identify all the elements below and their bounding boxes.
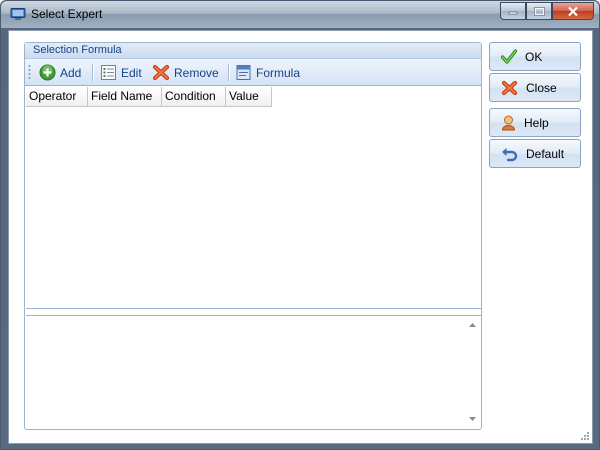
edit-label: Edit <box>121 65 142 80</box>
vertical-scrollbar[interactable] <box>464 316 481 427</box>
close-button[interactable]: Close <box>489 73 581 102</box>
close-icon <box>568 6 578 16</box>
default-label: Default <box>526 146 565 161</box>
app-monitor-icon <box>10 8 26 20</box>
dialog-body: Selection Formula Add Edit Remove Formul… <box>8 30 593 444</box>
formula-icon <box>236 65 251 80</box>
grid-header: Operator Field Name Condition Value <box>26 87 272 107</box>
panel-title: Selection Formula <box>33 44 122 56</box>
add-label: Add <box>60 65 82 80</box>
checkmark-icon <box>501 49 517 64</box>
minimize-button[interactable] <box>500 2 526 20</box>
help-icon <box>501 115 516 130</box>
help-label: Help <box>524 115 549 130</box>
column-header-operator[interactable]: Operator <box>26 87 88 107</box>
edit-icon <box>101 65 116 80</box>
column-header-field-name[interactable]: Field Name <box>88 87 162 107</box>
maximize-button[interactable] <box>526 2 552 20</box>
select-expert-window: Select Expert Selection Formula Add Edit… <box>0 0 600 450</box>
x-icon <box>501 80 518 95</box>
window-title: Select Expert <box>31 7 103 21</box>
column-header-value[interactable]: Value <box>226 87 272 107</box>
formula-toolbar: Add Edit Remove Formula <box>25 59 481 86</box>
formula-text-area[interactable] <box>26 315 481 428</box>
selection-formula-panel: Selection Formula Add Edit Remove Formul… <box>24 42 482 430</box>
add-icon <box>39 64 56 81</box>
scroll-up-button[interactable] <box>464 316 481 333</box>
panel-header: Selection Formula <box>25 43 481 59</box>
edit-button[interactable]: Edit <box>100 63 142 82</box>
default-button[interactable]: Default <box>489 139 581 168</box>
remove-label: Remove <box>174 65 219 80</box>
chevron-up-icon <box>469 322 476 327</box>
formula-label: Formula <box>256 65 301 80</box>
resize-grip-icon[interactable] <box>580 431 590 441</box>
help-button[interactable]: Help <box>489 108 581 137</box>
toolbar-separator <box>228 64 229 81</box>
close-label: Close <box>526 80 557 95</box>
close-window-button[interactable] <box>552 2 594 20</box>
remove-button[interactable]: Remove <box>152 63 219 82</box>
chevron-down-icon <box>469 416 476 421</box>
toolbar-separator <box>92 64 93 81</box>
formula-button[interactable]: Formula <box>235 63 300 82</box>
undo-icon <box>502 147 518 161</box>
scroll-down-button[interactable] <box>464 410 481 427</box>
toolbar-grip[interactable] <box>28 64 31 81</box>
maximize-icon <box>533 6 545 16</box>
title-bar[interactable]: Select Expert <box>1 1 599 28</box>
minimize-icon <box>508 11 518 15</box>
add-button[interactable]: Add <box>39 63 81 82</box>
ok-button[interactable]: OK <box>489 42 581 71</box>
conditions-grid[interactable]: Operator Field Name Condition Value <box>26 87 481 309</box>
remove-icon <box>152 64 170 81</box>
column-header-condition[interactable]: Condition <box>162 87 226 107</box>
ok-label: OK <box>525 49 543 64</box>
